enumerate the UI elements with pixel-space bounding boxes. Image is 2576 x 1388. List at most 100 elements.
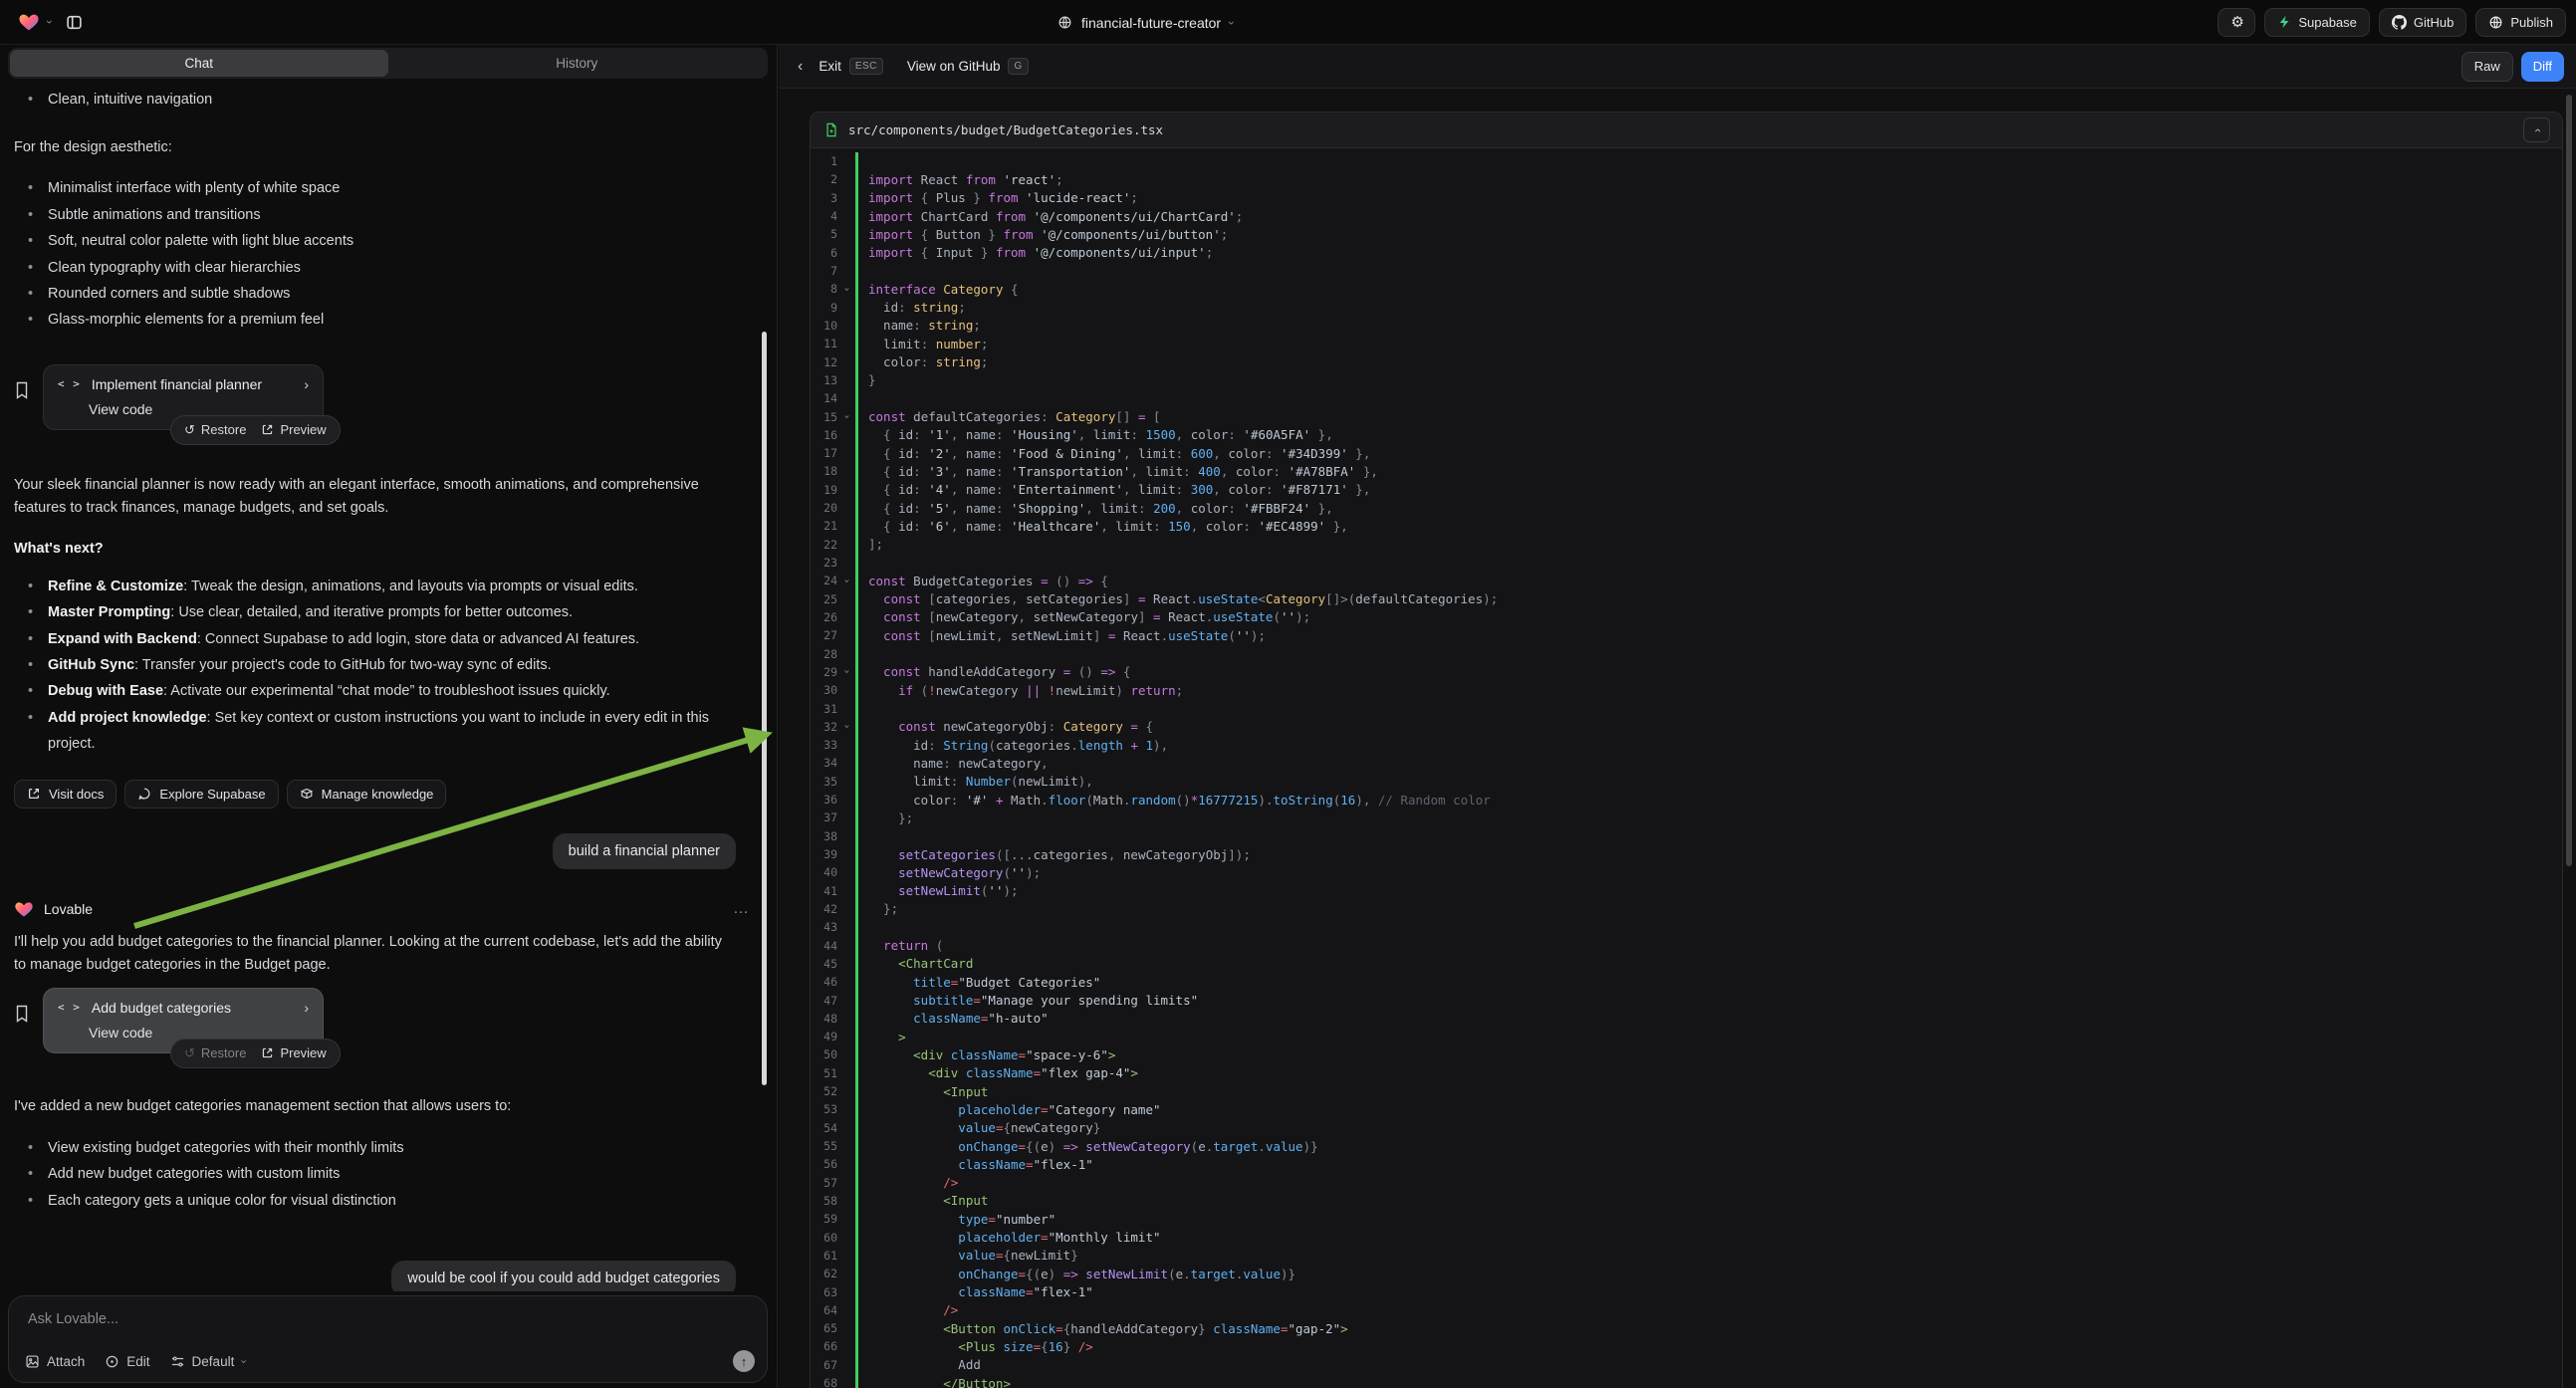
raw-toggle-button[interactable]: Raw (2461, 52, 2513, 82)
code-line: 48 className="h-auto" (811, 1010, 2562, 1028)
line-number: 3 (811, 191, 837, 205)
bookmark-icon[interactable] (14, 381, 30, 430)
design-heading: For the design aesthetic: (14, 136, 736, 159)
fold-toggle-icon[interactable]: › (837, 576, 855, 586)
code-line: 8›interface Category { (811, 280, 2562, 298)
chevron-down-icon: › (241, 1356, 245, 1367)
code-line: 39 setCategories([...categories, newCate… (811, 845, 2562, 863)
fold-toggle-icon[interactable]: › (837, 666, 855, 677)
exit-button[interactable]: ‹ Exit ESC (798, 58, 883, 76)
app-root: › financial-future-creator › ⚙ Supabase … (0, 0, 2576, 1388)
manage-knowledge-button[interactable]: Manage knowledge (287, 780, 447, 809)
line-number: 60 (811, 1231, 837, 1245)
line-number: 17 (811, 446, 837, 460)
list-item: View existing budget categories with the… (14, 1135, 736, 1161)
line-number: 4 (811, 209, 837, 223)
line-number: 34 (811, 756, 837, 770)
line-number: 39 (811, 847, 837, 861)
chat-panel: Chat History Clean, intuitive navigation… (0, 45, 778, 1388)
line-number: 61 (811, 1249, 837, 1263)
code-scrollbar[interactable] (2566, 95, 2572, 866)
bookmark-icon[interactable] (14, 1005, 30, 1053)
globe-icon (2488, 15, 2503, 30)
line-number: 37 (811, 810, 837, 824)
diff-toggle-button[interactable]: Diff (2521, 52, 2564, 82)
chevron-down-icon[interactable]: › (48, 16, 52, 28)
code-editor[interactable]: 12import React from 'react';3import { Pl… (811, 148, 2562, 1388)
version-block: < > Add budget categories › View code ↺R… (14, 988, 736, 1053)
code-line: 28 (811, 644, 2562, 662)
restore-icon: ↺ (184, 1045, 195, 1061)
version-title: Add budget categories (92, 1000, 293, 1016)
code-line: 30 if (!newCategory || !newLimit) return… (811, 681, 2562, 699)
external-link-icon (261, 423, 274, 436)
preview-button[interactable]: Preview (261, 1045, 326, 1060)
line-number: 54 (811, 1121, 837, 1135)
g-key-badge: G (1008, 58, 1028, 75)
restore-button[interactable]: ↺Restore (184, 422, 246, 438)
attach-button[interactable]: Attach (25, 1354, 85, 1369)
edit-button[interactable]: Edit (105, 1354, 149, 1369)
line-number: 10 (811, 319, 837, 333)
line-number: 45 (811, 957, 837, 971)
fold-toggle-icon[interactable]: › (837, 284, 855, 295)
code-line: 1 (811, 152, 2562, 170)
code-line: 40 setNewCategory(''); (811, 863, 2562, 881)
code-line: 44 return ( (811, 936, 2562, 954)
code-line: 6import { Input } from '@/components/ui/… (811, 244, 2562, 262)
code-line: 29› const handleAddCategory = () => { (811, 663, 2562, 681)
fold-toggle-icon[interactable]: › (837, 721, 855, 732)
explore-supabase-button[interactable]: Explore Supabase (124, 780, 278, 809)
tab-history[interactable]: History (388, 50, 767, 77)
collapse-file-button[interactable]: › (2523, 117, 2550, 142)
fold-toggle-icon[interactable]: › (837, 411, 855, 422)
composer-placeholder: Ask Lovable... (28, 1311, 118, 1327)
supabase-button[interactable]: Supabase (2264, 8, 2370, 37)
code-line: 53 placeholder="Category name" (811, 1100, 2562, 1118)
publish-button[interactable]: Publish (2475, 8, 2566, 37)
project-switcher[interactable]: financial-future-creator › (1057, 0, 1234, 45)
code-line: 56 className="flex-1" (811, 1155, 2562, 1173)
code-line: 55 onChange={(e) => setNewCategory(e.tar… (811, 1137, 2562, 1155)
line-number: 20 (811, 501, 837, 515)
send-button[interactable]: ↑ (733, 1350, 755, 1372)
line-number: 26 (811, 610, 837, 624)
code-line: 4import ChartCard from '@/components/ui/… (811, 207, 2562, 225)
line-number: 5 (811, 227, 837, 241)
chat-scroll-area[interactable]: Clean, intuitive navigation For the desi… (0, 85, 777, 1291)
line-number: 57 (811, 1176, 837, 1190)
line-number: 55 (811, 1139, 837, 1153)
line-number: 7 (811, 264, 837, 278)
more-menu-button[interactable]: … (733, 900, 750, 918)
view-on-github-button[interactable]: View on GitHub G (907, 58, 1029, 75)
tab-chat[interactable]: Chat (10, 50, 388, 77)
code-line: 16 { id: '1', name: 'Housing', limit: 15… (811, 426, 2562, 444)
chevron-left-icon: ‹ (798, 58, 803, 76)
preview-button[interactable]: Preview (261, 422, 326, 437)
sidebar-toggle-button[interactable] (60, 8, 88, 36)
code-line: 46 title="Budget Categories" (811, 973, 2562, 991)
visit-docs-button[interactable]: Visit docs (14, 780, 117, 809)
suggested-actions: Visit docs Explore Supabase Manage knowl… (14, 780, 736, 809)
line-number: 24 (811, 574, 837, 587)
lovable-logo-icon[interactable] (18, 11, 40, 33)
chat-scrollbar[interactable] (762, 332, 767, 1085)
code-line: 31 (811, 699, 2562, 717)
code-line: 15›const defaultCategories: Category[] =… (811, 407, 2562, 425)
line-number: 35 (811, 775, 837, 789)
line-number: 50 (811, 1047, 837, 1061)
line-number: 25 (811, 592, 837, 606)
model-select[interactable]: Default › (170, 1354, 245, 1369)
github-button[interactable]: GitHub (2379, 8, 2466, 37)
whats-next-item: GitHub Sync: Transfer your project's cod… (14, 652, 736, 678)
composer[interactable]: Ask Lovable... Attach Edit Default › ↑ (8, 1295, 768, 1383)
line-number: 8 (811, 282, 837, 296)
restore-button[interactable]: ↺Restore (184, 1045, 246, 1061)
code-line: 25 const [categories, setCategories] = R… (811, 590, 2562, 608)
code-line: 63 className="flex-1" (811, 1282, 2562, 1300)
code-line: 13} (811, 371, 2562, 389)
code-line: 34 name: newCategory, (811, 754, 2562, 772)
line-number: 67 (811, 1358, 837, 1372)
whats-next-item: Add project knowledge: Set key context o… (14, 705, 736, 758)
settings-button[interactable]: ⚙ (2218, 8, 2255, 37)
